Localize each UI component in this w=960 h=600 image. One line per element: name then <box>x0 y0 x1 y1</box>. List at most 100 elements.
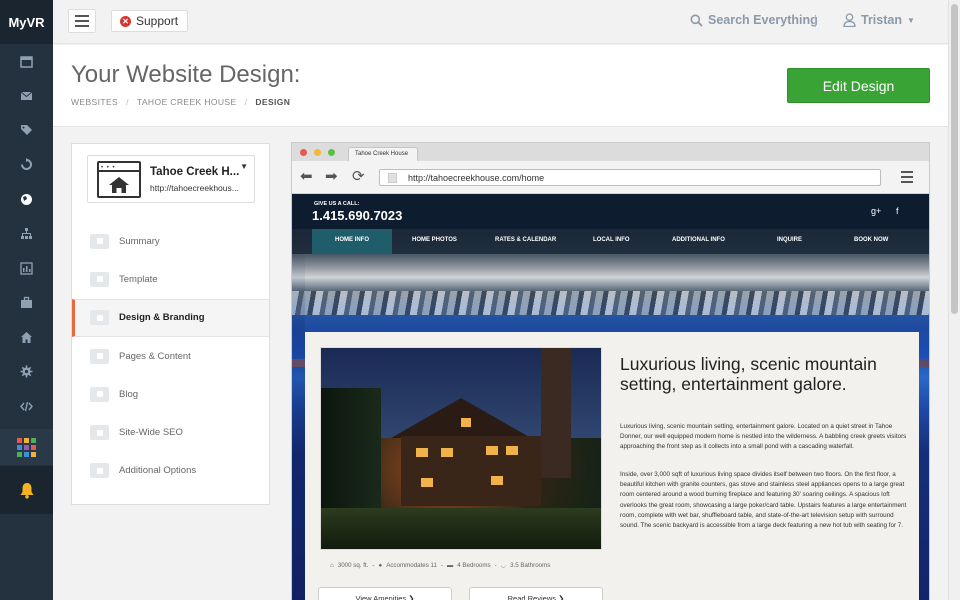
site-nav-rates-calendar[interactable]: RATES & CALENDAR <box>495 237 556 243</box>
breadcrumb-websites[interactable]: WEBSITES <box>71 97 118 107</box>
rail-nav-calendar[interactable] <box>0 44 53 79</box>
left-rail: MyVR <box>0 0 53 600</box>
google-plus-icon[interactable]: g+ <box>871 206 881 216</box>
menu-item-template[interactable]: Template <box>72 260 269 298</box>
apps-grid-button[interactable] <box>0 429 53 465</box>
minimize-dot-icon <box>314 149 321 156</box>
site-selector[interactable]: • • • Tahoe Creek H... http://tahoecreek… <box>87 155 255 203</box>
menu-item-seo[interactable]: Site-Wide SEO <box>72 413 269 451</box>
tag-icon <box>21 124 32 135</box>
site-nav-book-now[interactable]: BOOK NOW <box>854 237 888 243</box>
rail-nav-sync[interactable] <box>0 148 53 183</box>
home-icon <box>21 331 32 343</box>
website-menu: Summary Template Design & Branding Pages… <box>72 222 269 490</box>
forward-arrow-icon[interactable]: ➡ <box>325 169 338 184</box>
breadcrumb-separator: / <box>126 97 129 107</box>
globe-icon <box>21 193 32 205</box>
app-logo[interactable]: MyVR <box>0 0 53 44</box>
chart-icon <box>20 262 33 275</box>
rail-nav-mail[interactable] <box>0 79 53 114</box>
menu-item-label: Summary <box>119 235 160 247</box>
browser-tab[interactable]: Tahoe Creek House <box>348 147 418 161</box>
search-label: Search Everything <box>708 13 818 27</box>
template-icon <box>90 271 109 287</box>
browser-toolbar: ⬅ ➡ ⟳ http://tahoecreekhouse.com/home <box>292 161 929 194</box>
view-amenities-button[interactable]: View Amenities ❯ <box>318 587 452 600</box>
user-menu[interactable]: Tristan ▼ <box>843 13 915 27</box>
apps-grid-icon <box>17 437 36 457</box>
bath-icon: ◡ <box>500 562 507 569</box>
page-scrollbar[interactable] <box>948 0 960 600</box>
site-name: Tahoe Creek H... <box>150 166 240 178</box>
person-icon: ● <box>378 562 383 569</box>
page-header: Your Website Design: WEBSITES / TAHOE CR… <box>53 45 948 127</box>
menu-item-summary[interactable]: Summary <box>72 222 269 260</box>
menu-item-additional-options[interactable]: Additional Options <box>72 452 269 490</box>
browser-url-bar[interactable]: http://tahoecreekhouse.com/home <box>379 169 881 186</box>
bell-icon <box>20 482 33 499</box>
page-icon <box>388 173 397 183</box>
site-nav: HOME INFO HOME PHOTOS RATES & CALENDAR L… <box>292 229 929 254</box>
house-photo <box>320 347 602 550</box>
website-preview-browser: Tahoe Creek House ⬅ ➡ ⟳ http://tahoecree… <box>291 142 930 600</box>
call-label: GIVE US A CALL: <box>314 201 360 207</box>
scrollbar-thumb[interactable] <box>951 4 958 314</box>
sitemap-icon <box>21 228 32 240</box>
search-icon <box>690 14 703 27</box>
facebook-icon[interactable]: f <box>896 206 899 216</box>
user-name: Tristan <box>861 13 902 27</box>
spec-accommodates: Accommodates 11 <box>386 562 437 569</box>
site-nav-inquire[interactable]: INQUIRE <box>777 237 802 243</box>
breadcrumb-site[interactable]: TAHOE CREEK HOUSE <box>137 97 237 107</box>
notifications-button[interactable] <box>0 466 53 514</box>
site-header: GIVE US A CALL: 1.415.690.7023 g+ f <box>292 194 929 229</box>
site-nav-local-info[interactable]: LOCAL INFO <box>593 237 630 243</box>
website-sidebar-card: • • • Tahoe Creek H... http://tahoecreek… <box>71 143 270 505</box>
gear-icon <box>20 365 33 378</box>
spec-bedrooms: 4 Bedrooms <box>457 562 491 569</box>
rail-nav-chart[interactable] <box>0 251 53 286</box>
home-headline: Luxurious living, scenic mountain settin… <box>620 354 877 394</box>
menu-item-label: Design & Branding <box>119 312 205 324</box>
site-nav-home-info[interactable]: HOME INFO <box>312 229 392 254</box>
phone-number: 1.415.690.7023 <box>312 208 403 223</box>
browser-menu-icon[interactable] <box>901 171 913 183</box>
website-home-icon: • • • <box>97 161 141 198</box>
home-description-2: Inside, over 3,000 sqft of luxurious liv… <box>620 471 907 530</box>
rail-nav-gear[interactable] <box>0 355 53 390</box>
rail-nav-globe[interactable] <box>0 182 53 217</box>
home-info-panel: Luxurious living, scenic mountain settin… <box>305 332 919 600</box>
rail-nav-code[interactable] <box>0 389 53 424</box>
topbar-divider <box>815 15 816 27</box>
calendar-icon <box>20 56 33 68</box>
home-description-1: Luxurious living, scenic mountain settin… <box>620 423 907 451</box>
site-nav-additional-info[interactable]: ADDITIONAL INFO <box>672 237 725 243</box>
info-icon <box>90 233 109 249</box>
mail-icon <box>20 91 33 101</box>
rail-nav-briefcase[interactable] <box>0 286 53 321</box>
menu-item-design-branding[interactable]: Design & Branding <box>72 298 269 337</box>
read-reviews-button[interactable]: Read Reviews ❯ <box>469 587 603 600</box>
site-url: http://tahoecreekhous... <box>150 183 239 193</box>
back-arrow-icon[interactable]: ⬅ <box>300 169 313 184</box>
menu-item-blog[interactable]: Blog <box>72 375 269 413</box>
breadcrumb-current: DESIGN <box>255 97 291 107</box>
rail-nav-sitemap[interactable] <box>0 217 53 252</box>
reload-icon[interactable]: ⟳ <box>352 169 365 184</box>
search-icon <box>90 425 109 441</box>
breadcrumb: WEBSITES / TAHOE CREEK HOUSE / DESIGN <box>71 97 290 107</box>
rail-nav-home[interactable] <box>0 320 53 355</box>
palette-icon <box>90 310 109 326</box>
support-button[interactable]: ✕ Support <box>111 10 189 32</box>
home-specs: ⌂ 3000 sq. ft. - ● Accommodates 11 - ▬ 4… <box>330 562 551 569</box>
top-bar: ✕ Support Search Everything Tristan ▼ <box>53 0 960 44</box>
edit-design-button[interactable]: Edit Design <box>787 68 930 103</box>
menu-item-label: Additional Options <box>119 465 197 477</box>
search-button[interactable]: Search Everything <box>690 13 818 27</box>
document-icon <box>90 386 109 402</box>
rail-nav-tag[interactable] <box>0 113 53 148</box>
menu-toggle-button[interactable] <box>68 9 96 33</box>
sitemap-icon <box>90 348 109 364</box>
site-nav-home-photos[interactable]: HOME PHOTOS <box>412 237 457 243</box>
menu-item-pages-content[interactable]: Pages & Content <box>72 337 269 375</box>
